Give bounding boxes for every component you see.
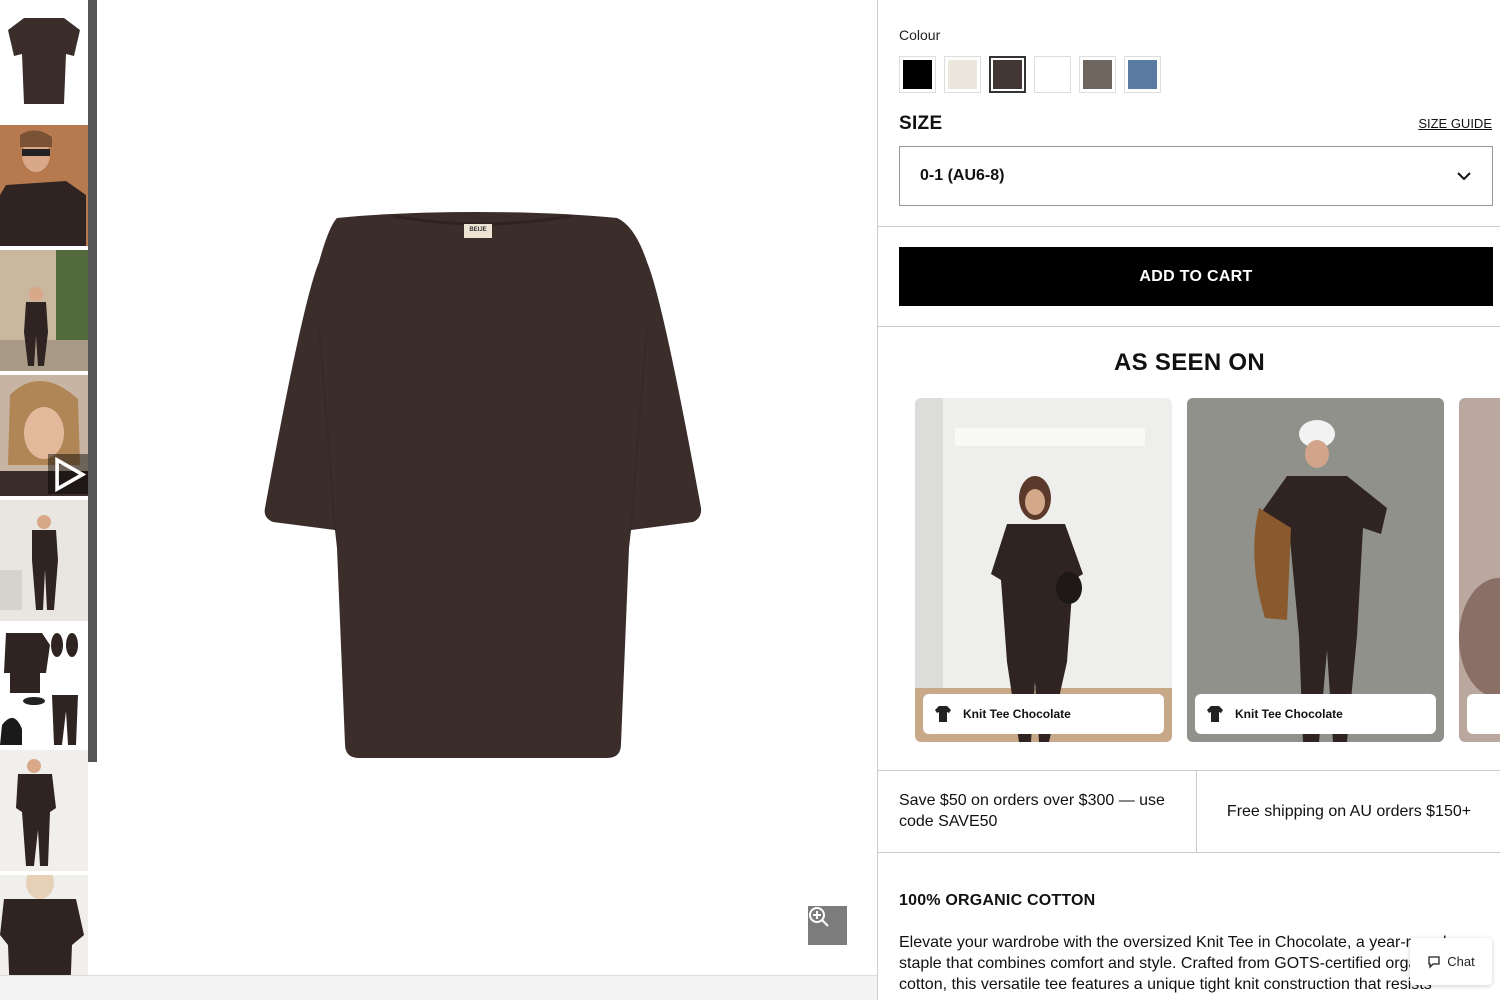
brand-label-tag: BEIJE	[469, 227, 487, 233]
swatch-taupe[interactable]	[1079, 56, 1116, 93]
as-seen-on-title: AS SEEN ON	[1113, 349, 1266, 376]
chevron-down-icon	[1457, 172, 1471, 181]
swatch-chocolate[interactable]	[989, 56, 1026, 93]
swatch-black[interactable]	[899, 56, 936, 93]
chat-bubble-icon	[1428, 955, 1440, 969]
thumbnail-7[interactable]	[0, 750, 88, 873]
details-title: 100% ORGANIC COTTON	[899, 892, 1096, 909]
size-select[interactable]: 0-1 (AU6-8)	[899, 146, 1493, 206]
promo-shipping: Free shipping on AU orders $150+	[1196, 770, 1500, 852]
colour-swatches	[899, 56, 1161, 93]
tshirt-icon	[1207, 706, 1223, 722]
chat-label: Chat	[1447, 954, 1475, 969]
card-tag-label: Knit Tee Chocolate	[1235, 707, 1343, 721]
chat-button[interactable]: Chat	[1410, 938, 1492, 985]
thumbnail-1[interactable]	[0, 0, 88, 123]
thumbnail-6[interactable]	[0, 625, 88, 748]
card-product-tag[interactable]: Knit Tee Chocolate	[923, 694, 1164, 734]
main-product-image[interactable]: BEIJE	[97, 0, 877, 975]
thumbnail-3[interactable]	[0, 250, 88, 373]
product-description: Elevate your wardrobe with the oversized…	[899, 934, 1447, 993]
zoom-button[interactable]	[808, 906, 847, 945]
divider	[878, 226, 1500, 227]
card-product-tag-partial[interactable]	[1467, 694, 1500, 734]
product-panel: Colour SIZE SIZE GUIDE 0-1 (AU6-8) ADD T…	[877, 0, 1500, 1000]
bottom-scroll-bar	[0, 975, 877, 1000]
card-tag-label: Knit Tee Chocolate	[963, 707, 1071, 721]
thumbnail-scrollbar[interactable]	[88, 0, 97, 762]
add-to-cart-button[interactable]: ADD TO CART	[899, 247, 1493, 306]
thumbnail-5[interactable]	[0, 500, 88, 623]
divider	[878, 326, 1500, 327]
promo-discount: Save $50 on orders over $300 — use code …	[899, 792, 1165, 830]
swatch-blue[interactable]	[1124, 56, 1161, 93]
thumbnail-gallery	[0, 0, 88, 1000]
divider	[878, 852, 1500, 853]
size-guide-link[interactable]: SIZE GUIDE	[1418, 116, 1492, 131]
as-seen-card-2[interactable]: Knit Tee Chocolate	[1187, 398, 1444, 742]
colour-label: Colour	[899, 27, 941, 43]
card-product-tag[interactable]: Knit Tee Chocolate	[1195, 694, 1436, 734]
size-selected-value: 0-1 (AU6-8)	[920, 167, 1005, 184]
as-seen-card-1[interactable]: Knit Tee Chocolate	[915, 398, 1172, 742]
thumbnail-4-video[interactable]	[0, 375, 88, 498]
swatch-white[interactable]	[1034, 56, 1071, 93]
tshirt-icon	[935, 706, 951, 722]
as-seen-card-3-partial[interactable]	[1459, 398, 1500, 742]
swatch-cream[interactable]	[944, 56, 981, 93]
size-label: SIZE	[899, 113, 943, 134]
zoom-in-icon	[809, 907, 829, 927]
thumbnail-2[interactable]	[0, 125, 88, 248]
play-icon[interactable]	[48, 454, 88, 494]
